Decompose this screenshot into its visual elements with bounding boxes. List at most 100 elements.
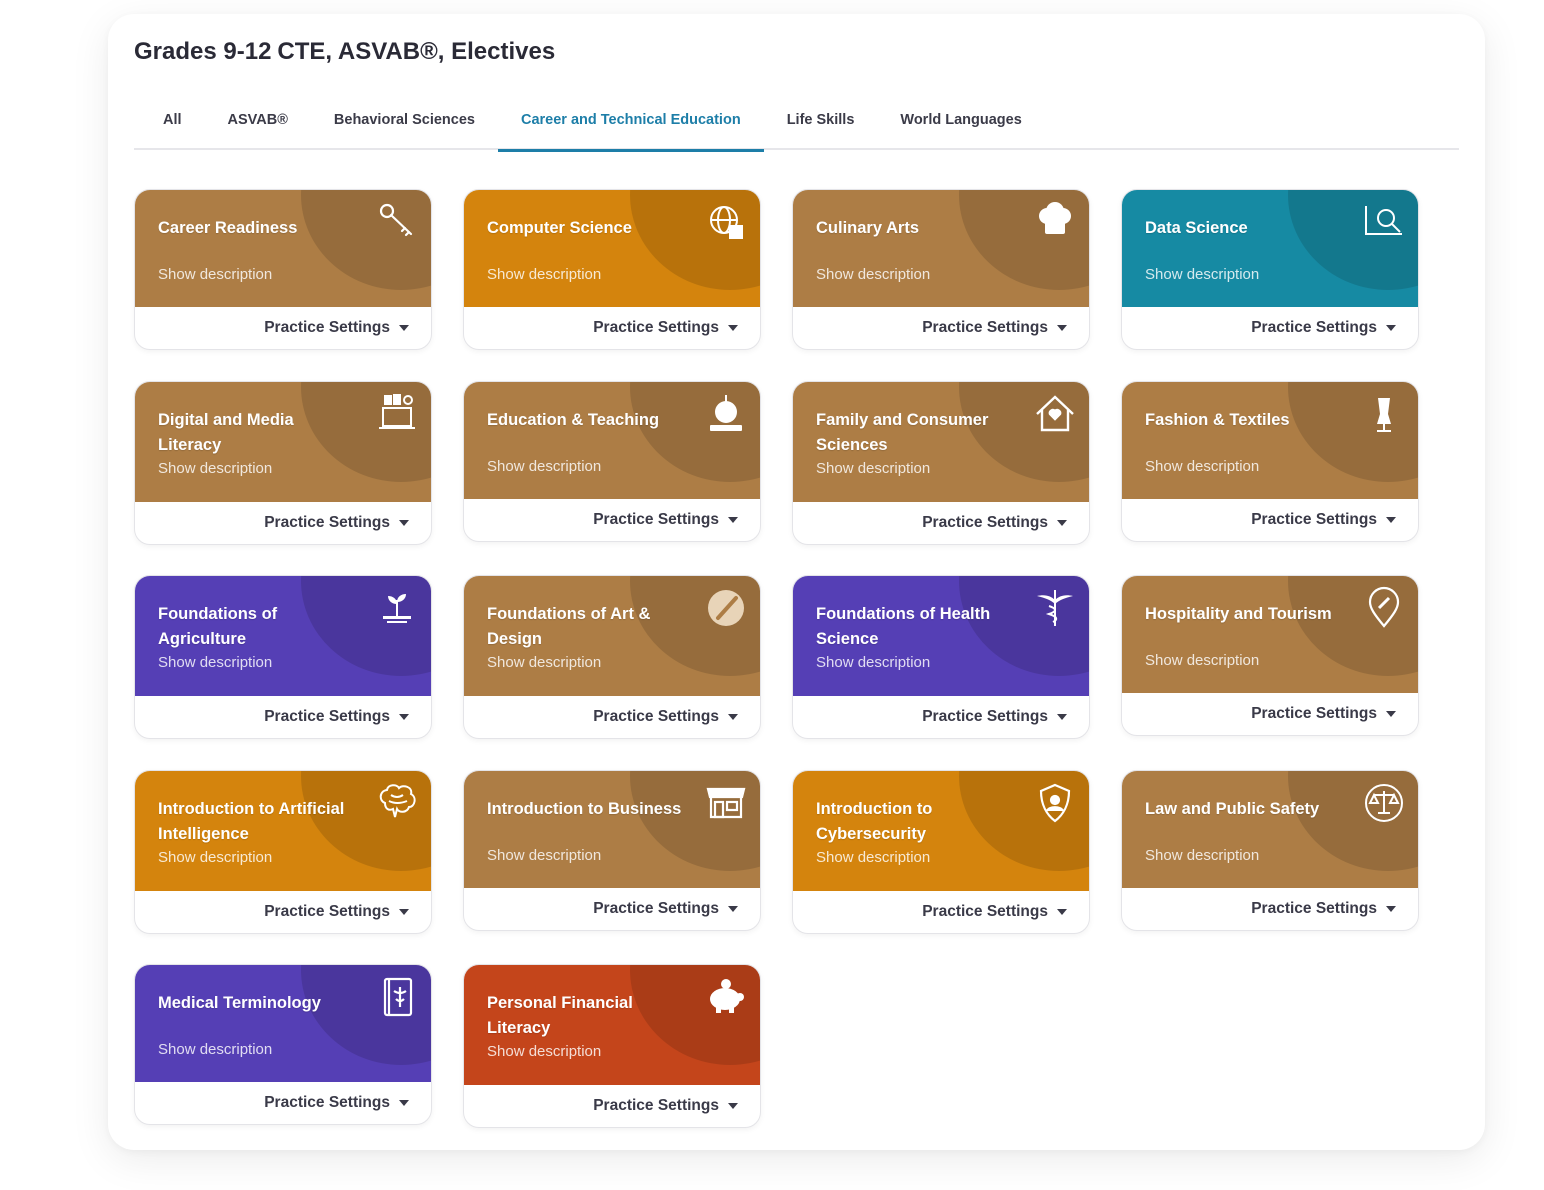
medical-book-icon bbox=[375, 975, 419, 1019]
card-title: Introduction to Business bbox=[487, 800, 682, 818]
practice-settings-dropdown[interactable]: Practice Settings bbox=[135, 696, 431, 738]
caret-down-icon bbox=[399, 325, 409, 331]
dress-form-icon bbox=[1362, 392, 1406, 436]
card-title: Data Science bbox=[1145, 219, 1248, 237]
show-description-link[interactable]: Show description bbox=[1145, 847, 1259, 864]
card-header: Data Science Show description bbox=[1122, 190, 1418, 307]
tab-life-skills[interactable]: Life Skills bbox=[764, 110, 878, 150]
show-description-link[interactable]: Show description bbox=[487, 458, 601, 475]
show-description-link[interactable]: Show description bbox=[816, 849, 930, 866]
practice-settings-dropdown[interactable]: Practice Settings bbox=[464, 499, 760, 541]
course-card-fashion-textiles: Fashion & Textiles Show description Prac… bbox=[1121, 381, 1419, 542]
show-description-link[interactable]: Show description bbox=[487, 266, 601, 283]
card-title: Education & Teaching bbox=[487, 411, 660, 429]
practice-settings-dropdown[interactable]: Practice Settings bbox=[464, 696, 760, 738]
show-description-link[interactable]: Show description bbox=[487, 1043, 601, 1060]
chef-hat-icon bbox=[1033, 200, 1077, 244]
practice-settings-dropdown[interactable]: Practice Settings bbox=[1122, 693, 1418, 735]
course-panel: Grades 9-12 CTE, ASVAB®, Electives All AS… bbox=[108, 14, 1485, 1150]
course-card-education-teaching: Education & Teaching Show description Pr… bbox=[463, 381, 761, 542]
category-tabs: All ASVAB® Behavioral Sciences Career an… bbox=[134, 110, 1459, 152]
practice-settings-dropdown[interactable]: Practice Settings bbox=[793, 891, 1089, 933]
show-description-link[interactable]: Show description bbox=[816, 460, 930, 477]
show-description-link[interactable]: Show description bbox=[487, 847, 601, 864]
card-header: Introduction to Cybersecurity Show descr… bbox=[793, 771, 1089, 891]
show-description-link[interactable]: Show description bbox=[1145, 458, 1259, 475]
show-description-link[interactable]: Show description bbox=[158, 1041, 272, 1058]
show-description-link[interactable]: Show description bbox=[158, 654, 272, 671]
card-header: Culinary Arts Show description bbox=[793, 190, 1089, 307]
card-header: Foundations of Art & Design Show descrip… bbox=[464, 576, 760, 696]
apple-book-icon bbox=[704, 392, 748, 436]
caret-down-icon bbox=[1057, 520, 1067, 526]
card-header: Law and Public Safety Show description bbox=[1122, 771, 1418, 888]
practice-settings-dropdown[interactable]: Practice Settings bbox=[135, 1082, 431, 1124]
show-description-link[interactable]: Show description bbox=[158, 266, 272, 283]
card-header: Medical Terminology Show description bbox=[135, 965, 431, 1082]
card-header: Family and Consumer Sciences Show descri… bbox=[793, 382, 1089, 502]
caduceus-icon bbox=[1033, 586, 1077, 630]
show-description-link[interactable]: Show description bbox=[1145, 652, 1259, 669]
practice-settings-dropdown[interactable]: Practice Settings bbox=[464, 307, 760, 349]
shield-user-icon bbox=[1033, 781, 1077, 825]
practice-settings-dropdown[interactable]: Practice Settings bbox=[1122, 307, 1418, 349]
course-card-introduction-to-cybersecurity: Introduction to Cybersecurity Show descr… bbox=[792, 770, 1090, 934]
laptop-media-icon bbox=[375, 392, 419, 436]
key-icon bbox=[375, 200, 419, 244]
practice-settings-dropdown[interactable]: Practice Settings bbox=[1122, 888, 1418, 930]
card-header: Introduction to Business Show descriptio… bbox=[464, 771, 760, 888]
show-description-link[interactable]: Show description bbox=[1145, 266, 1259, 283]
caret-down-icon bbox=[1057, 909, 1067, 915]
caret-down-icon bbox=[1057, 325, 1067, 331]
card-title: Introduction to Artificial Intelligence bbox=[158, 800, 345, 843]
practice-settings-dropdown[interactable]: Practice Settings bbox=[464, 1085, 760, 1127]
course-card-digital-and-media-literacy: Digital and Media Literacy Show descript… bbox=[134, 381, 432, 545]
practice-settings-dropdown[interactable]: Practice Settings bbox=[793, 307, 1089, 349]
page-title: Grades 9-12 CTE, ASVAB®, Electives bbox=[134, 38, 556, 65]
practice-settings-dropdown[interactable]: Practice Settings bbox=[135, 307, 431, 349]
practice-settings-dropdown[interactable]: Practice Settings bbox=[135, 891, 431, 933]
show-description-link[interactable]: Show description bbox=[158, 849, 272, 866]
card-header: Hospitality and Tourism Show description bbox=[1122, 576, 1418, 693]
course-card-law-and-public-safety: Law and Public Safety Show description P… bbox=[1121, 770, 1419, 931]
show-description-link[interactable]: Show description bbox=[158, 460, 272, 477]
brain-icon bbox=[375, 781, 419, 825]
card-header: Introduction to Artificial Intelligence … bbox=[135, 771, 431, 891]
show-description-link[interactable]: Show description bbox=[816, 266, 930, 283]
course-card-computer-science: Computer Science Show description Practi… bbox=[463, 189, 761, 350]
course-card-foundations-of-health-science: Foundations of Health Science Show descr… bbox=[792, 575, 1090, 739]
show-description-link[interactable]: Show description bbox=[487, 654, 601, 671]
course-card-family-and-consumer-sciences: Family and Consumer Sciences Show descri… bbox=[792, 381, 1090, 545]
palette-brush-icon bbox=[704, 586, 748, 630]
card-title: Career Readiness bbox=[158, 219, 298, 237]
caret-down-icon bbox=[399, 520, 409, 526]
card-title: Law and Public Safety bbox=[1145, 800, 1320, 818]
tab-behavioral-sciences[interactable]: Behavioral Sciences bbox=[311, 110, 498, 150]
practice-settings-dropdown[interactable]: Practice Settings bbox=[1122, 499, 1418, 541]
show-description-link[interactable]: Show description bbox=[816, 654, 930, 671]
caret-down-icon bbox=[1386, 517, 1396, 523]
course-card-data-science: Data Science Show description Practice S… bbox=[1121, 189, 1419, 350]
card-title: Medical Terminology bbox=[158, 994, 321, 1012]
caret-down-icon bbox=[399, 909, 409, 915]
tab-world-languages[interactable]: World Languages bbox=[877, 110, 1044, 150]
course-card-introduction-to-business: Introduction to Business Show descriptio… bbox=[463, 770, 761, 931]
card-title: Foundations of Health Science bbox=[816, 605, 991, 648]
course-card-introduction-to-artificial-intelligence: Introduction to Artificial Intelligence … bbox=[134, 770, 432, 934]
card-title: Computer Science bbox=[487, 219, 632, 237]
tab-career-and-technical-education[interactable]: Career and Technical Education bbox=[497, 110, 764, 152]
practice-settings-dropdown[interactable]: Practice Settings bbox=[135, 502, 431, 544]
caret-down-icon bbox=[728, 325, 738, 331]
caret-down-icon bbox=[728, 906, 738, 912]
tab-asvab[interactable]: ASVAB® bbox=[205, 110, 311, 150]
practice-settings-dropdown[interactable]: Practice Settings bbox=[793, 502, 1089, 544]
location-pin-icon bbox=[1362, 586, 1406, 630]
caret-down-icon bbox=[399, 714, 409, 720]
house-heart-icon bbox=[1033, 392, 1077, 436]
practice-settings-dropdown[interactable]: Practice Settings bbox=[464, 888, 760, 930]
storefront-icon bbox=[704, 781, 748, 825]
course-card-personal-financial-literacy: Personal Financial Literacy Show descrip… bbox=[463, 964, 761, 1128]
tab-all[interactable]: All bbox=[134, 110, 205, 150]
practice-settings-dropdown[interactable]: Practice Settings bbox=[793, 696, 1089, 738]
caret-down-icon bbox=[1057, 714, 1067, 720]
